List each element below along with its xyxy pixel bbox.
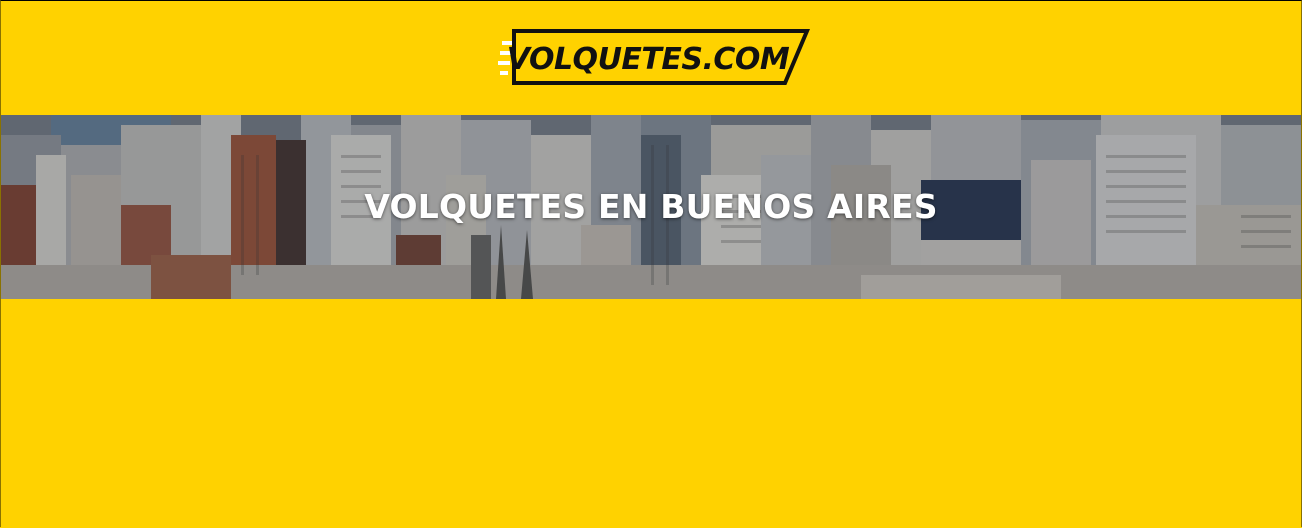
logo-wordmark: VOLQUETES.COM	[507, 42, 790, 77]
page: VOLQUETES.COM VOLQUETES EN BUENOS AIRES	[0, 0, 1302, 528]
main-content-area	[1, 299, 1301, 528]
site-logo-link[interactable]: VOLQUETES.COM	[498, 28, 810, 86]
hero-title: VOLQUETES EN BUENOS AIRES	[364, 187, 938, 226]
hero-banner: VOLQUETES EN BUENOS AIRES	[1, 115, 1301, 299]
volquetes-logo: VOLQUETES.COM	[498, 29, 810, 85]
site-header: VOLQUETES.COM	[1, 1, 1301, 115]
